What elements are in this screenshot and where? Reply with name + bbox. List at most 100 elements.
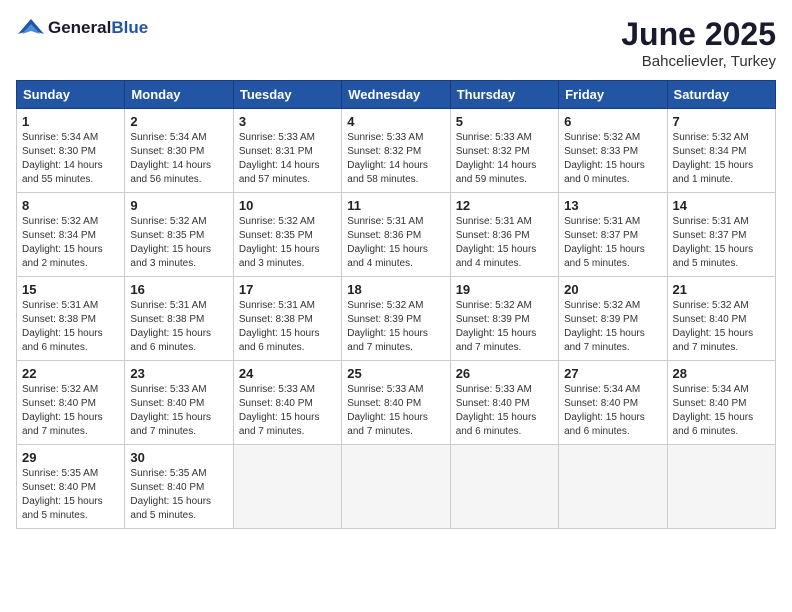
day-info: Sunrise: 5:32 AMSunset: 8:34 PMDaylight:…	[673, 131, 770, 187]
location-title: Bahcelievler, Turkey	[621, 53, 776, 70]
day-number: 1	[22, 114, 119, 129]
day-number: 18	[347, 282, 444, 297]
table-row: 27 Sunrise: 5:34 AMSunset: 8:40 PMDayligh…	[559, 361, 667, 445]
logo-icon	[16, 16, 46, 40]
table-row: 7 Sunrise: 5:32 AMSunset: 8:34 PMDaylight…	[667, 109, 775, 193]
table-row: 14 Sunrise: 5:31 AMSunset: 8:37 PMDayligh…	[667, 193, 775, 277]
col-wednesday: Wednesday	[342, 81, 450, 109]
day-number: 7	[673, 114, 770, 129]
table-row: 23 Sunrise: 5:33 AMSunset: 8:40 PMDayligh…	[125, 361, 233, 445]
day-info: Sunrise: 5:32 AMSunset: 8:40 PMDaylight:…	[22, 383, 119, 439]
page-header: GeneralBlue June 2025 Bahcelievler, Turk…	[16, 16, 776, 70]
table-row	[233, 445, 341, 529]
day-number: 14	[673, 198, 770, 213]
logo-blue: Blue	[111, 18, 148, 37]
table-row: 29Sunrise: 5:35 AMSunset: 8:40 PMDayligh…	[17, 445, 125, 529]
day-number: 30	[130, 450, 227, 465]
day-info: Sunrise: 5:32 AMSunset: 8:33 PMDaylight:…	[564, 131, 661, 187]
day-number: 10	[239, 198, 336, 213]
table-row: 19 Sunrise: 5:32 AMSunset: 8:39 PMDayligh…	[450, 277, 558, 361]
day-info: Sunrise: 5:33 AMSunset: 8:32 PMDaylight:…	[456, 131, 553, 187]
day-info: Sunrise: 5:31 AMSunset: 8:38 PMDaylight:…	[239, 299, 336, 355]
table-row: 2Sunrise: 5:34 AMSunset: 8:30 PMDaylight…	[125, 109, 233, 193]
day-info: Sunrise: 5:31 AMSunset: 8:37 PMDaylight:…	[564, 215, 661, 271]
day-info: Sunrise: 5:32 AMSunset: 8:39 PMDaylight:…	[564, 299, 661, 355]
day-number: 15	[22, 282, 119, 297]
day-number: 8	[22, 198, 119, 213]
month-title: June 2025	[621, 16, 776, 53]
day-number: 28	[673, 366, 770, 381]
day-info: Sunrise: 5:35 AMSunset: 8:40 PMDaylight:…	[130, 467, 227, 523]
week-row: 22 Sunrise: 5:32 AMSunset: 8:40 PMDayligh…	[17, 361, 776, 445]
day-info: Sunrise: 5:33 AMSunset: 8:40 PMDaylight:…	[347, 383, 444, 439]
day-info: Sunrise: 5:32 AMSunset: 8:39 PMDaylight:…	[456, 299, 553, 355]
table-row: 1Sunrise: 5:34 AMSunset: 8:30 PMDaylight…	[17, 109, 125, 193]
day-number: 12	[456, 198, 553, 213]
day-number: 3	[239, 114, 336, 129]
day-number: 25	[347, 366, 444, 381]
day-number: 27	[564, 366, 661, 381]
table-row	[559, 445, 667, 529]
day-info: Sunrise: 5:33 AMSunset: 8:31 PMDaylight:…	[239, 131, 336, 187]
table-row	[450, 445, 558, 529]
day-info: Sunrise: 5:33 AMSunset: 8:32 PMDaylight:…	[347, 131, 444, 187]
day-info: Sunrise: 5:34 AMSunset: 8:40 PMDaylight:…	[564, 383, 661, 439]
day-info: Sunrise: 5:33 AMSunset: 8:40 PMDaylight:…	[130, 383, 227, 439]
logo-general: General	[48, 18, 111, 37]
calendar-header-row: Sunday Monday Tuesday Wednesday Thursday…	[17, 81, 776, 109]
day-info: Sunrise: 5:32 AMSunset: 8:35 PMDaylight:…	[239, 215, 336, 271]
table-row: 24Sunrise: 5:33 AMSunset: 8:40 PMDayligh…	[233, 361, 341, 445]
table-row: 26Sunrise: 5:33 AMSunset: 8:40 PMDayligh…	[450, 361, 558, 445]
col-friday: Friday	[559, 81, 667, 109]
day-info: Sunrise: 5:33 AMSunset: 8:40 PMDaylight:…	[239, 383, 336, 439]
table-row: 10 Sunrise: 5:32 AMSunset: 8:35 PMDayligh…	[233, 193, 341, 277]
table-row: 17Sunrise: 5:31 AMSunset: 8:38 PMDayligh…	[233, 277, 341, 361]
table-row: 12 Sunrise: 5:31 AMSunset: 8:36 PMDayligh…	[450, 193, 558, 277]
col-thursday: Thursday	[450, 81, 558, 109]
table-row: 8 Sunrise: 5:32 AMSunset: 8:34 PMDaylight…	[17, 193, 125, 277]
day-number: 23	[130, 366, 227, 381]
day-number: 29	[22, 450, 119, 465]
day-info: Sunrise: 5:34 AMSunset: 8:40 PMDaylight:…	[673, 383, 770, 439]
table-row	[342, 445, 450, 529]
day-info: Sunrise: 5:31 AMSunset: 8:37 PMDaylight:…	[673, 215, 770, 271]
day-number: 19	[456, 282, 553, 297]
col-sunday: Sunday	[17, 81, 125, 109]
day-info: Sunrise: 5:31 AMSunset: 8:36 PMDaylight:…	[347, 215, 444, 271]
week-row: 29 Sunrise: 5:35 AMSunset: 8:40 PMDayligh…	[17, 445, 776, 529]
table-row: 4Sunrise: 5:33 AMSunset: 8:32 PMDaylight…	[342, 109, 450, 193]
day-number: 13	[564, 198, 661, 213]
day-number: 22	[22, 366, 119, 381]
day-info: Sunrise: 5:31 AMSunset: 8:38 PMDaylight:…	[22, 299, 119, 355]
week-row: 1Sunrise: 5:34 AMSunset: 8:30 PMDaylight…	[17, 109, 776, 193]
table-row: 11 Sunrise: 5:31 AMSunset: 8:36 PMDayligh…	[342, 193, 450, 277]
day-info: Sunrise: 5:32 AMSunset: 8:39 PMDaylight:…	[347, 299, 444, 355]
table-row: 3 Sunrise: 5:33 AMSunset: 8:31 PMDaylight…	[233, 109, 341, 193]
table-row: 22 Sunrise: 5:32 AMSunset: 8:40 PMDayligh…	[17, 361, 125, 445]
day-number: 20	[564, 282, 661, 297]
day-number: 21	[673, 282, 770, 297]
day-info: Sunrise: 5:32 AMSunset: 8:34 PMDaylight:…	[22, 215, 119, 271]
table-row: 9 Sunrise: 5:32 AMSunset: 8:35 PMDaylight…	[125, 193, 233, 277]
table-row: 6 Sunrise: 5:32 AMSunset: 8:33 PMDaylight…	[559, 109, 667, 193]
table-row: 20 Sunrise: 5:32 AMSunset: 8:39 PMDayligh…	[559, 277, 667, 361]
day-number: 11	[347, 198, 444, 213]
table-row: 21Sunrise: 5:32 AMSunset: 8:40 PMDayligh…	[667, 277, 775, 361]
day-info: Sunrise: 5:32 AMSunset: 8:35 PMDaylight:…	[130, 215, 227, 271]
day-info: Sunrise: 5:31 AMSunset: 8:36 PMDaylight:…	[456, 215, 553, 271]
day-number: 2	[130, 114, 227, 129]
week-row: 8 Sunrise: 5:32 AMSunset: 8:34 PMDaylight…	[17, 193, 776, 277]
col-tuesday: Tuesday	[233, 81, 341, 109]
calendar-table: Sunday Monday Tuesday Wednesday Thursday…	[16, 80, 776, 529]
table-row: 13 Sunrise: 5:31 AMSunset: 8:37 PMDayligh…	[559, 193, 667, 277]
day-info: Sunrise: 5:31 AMSunset: 8:38 PMDaylight:…	[130, 299, 227, 355]
day-number: 26	[456, 366, 553, 381]
table-row	[667, 445, 775, 529]
table-row: 30 Sunrise: 5:35 AMSunset: 8:40 PMDayligh…	[125, 445, 233, 529]
table-row: 28 Sunrise: 5:34 AMSunset: 8:40 PMDayligh…	[667, 361, 775, 445]
col-saturday: Saturday	[667, 81, 775, 109]
title-block: June 2025 Bahcelievler, Turkey	[621, 16, 776, 70]
day-number: 16	[130, 282, 227, 297]
day-number: 9	[130, 198, 227, 213]
day-number: 6	[564, 114, 661, 129]
